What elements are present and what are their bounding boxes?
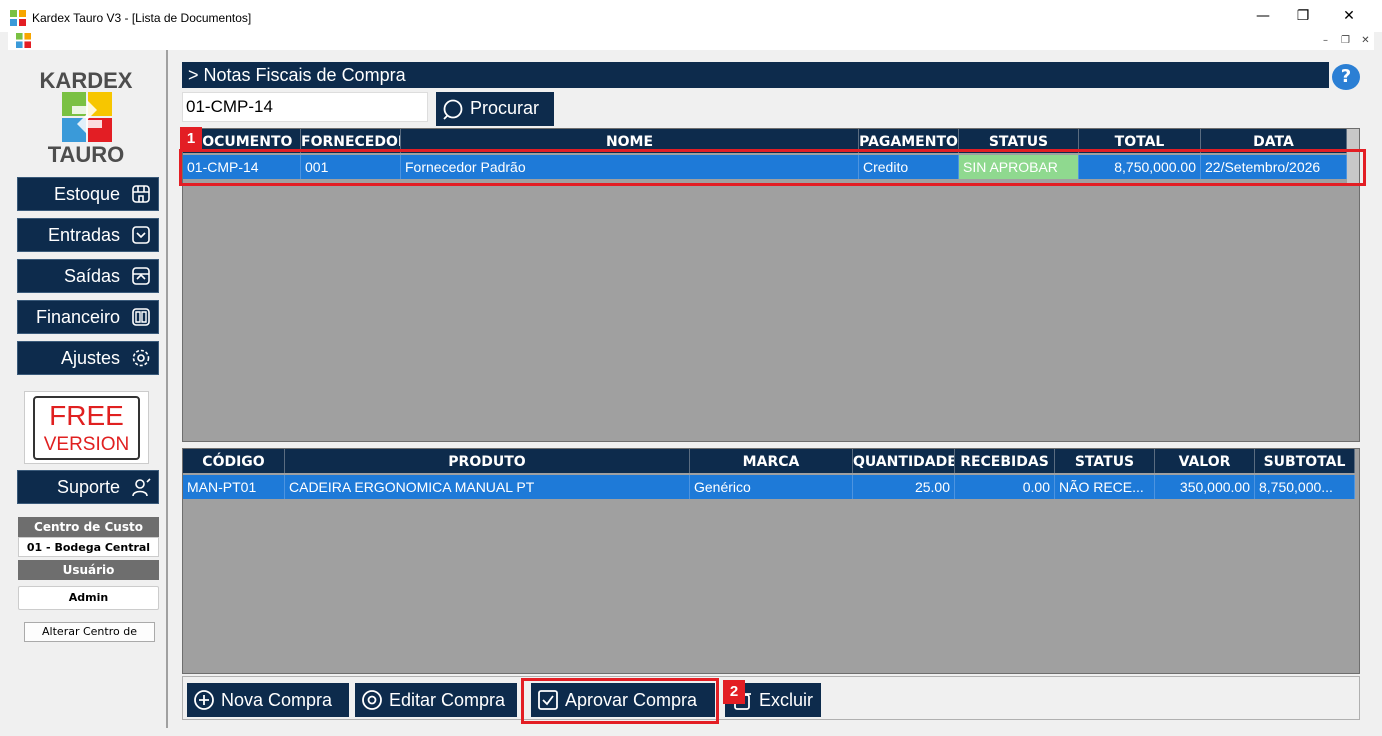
search-button-label: Procurar (470, 98, 540, 118)
col-codigo[interactable]: CÓDIGO (183, 449, 285, 473)
user-support-icon (132, 478, 151, 497)
nav-label: Financeiro (35, 307, 120, 327)
nav-financeiro-button[interactable]: Financeiro (17, 300, 159, 334)
nav-label: Suporte (56, 477, 120, 497)
free-version-badge: FREE VERSION (24, 391, 149, 464)
user-value: Admin (18, 586, 159, 610)
store-icon (132, 185, 150, 203)
col-valor[interactable]: VALOR (1155, 449, 1255, 473)
help-icon[interactable]: ? (1332, 64, 1360, 90)
delete-label: Excluir (759, 690, 814, 710)
main-panel: > Notas Fiscais de Compra ? 01-CMP-14 Pr… (179, 50, 1374, 728)
col-subtotal[interactable]: SUBTOTAL (1255, 449, 1355, 473)
highlight-box-row (179, 149, 1366, 186)
kardex-logo: KARDEX TAURO (36, 68, 136, 168)
search-icon (443, 99, 463, 120)
nav-label: Estoque (53, 184, 120, 204)
nav-estoque-button[interactable]: Estoque (17, 177, 159, 211)
mdi-restore-icon[interactable]: ❐ (1338, 33, 1353, 48)
page-title: > Notas Fiscais de Compra (182, 62, 1329, 88)
nav-label: Entradas (47, 225, 120, 245)
col-quantidade[interactable]: QUANTIDADE (853, 449, 955, 473)
table-row[interactable]: MAN-PT01 CADEIRA ERGONOMICA MANUAL PT Ge… (183, 475, 1355, 499)
app-window: Kardex Tauro V3 - [Lista de Documentos] … (0, 0, 1382, 736)
cell-valor: 350,000.00 (1155, 475, 1255, 499)
mdi-minimize-icon[interactable]: – (1318, 33, 1333, 48)
eye-icon (362, 690, 382, 710)
col-recebidas[interactable]: RECEBIDAS (955, 449, 1055, 473)
book-icon (132, 308, 150, 326)
gear-icon (132, 349, 150, 367)
cell-marca: Genérico (690, 475, 853, 499)
new-purchase-label: Nova Compra (221, 690, 333, 710)
app-icon (10, 10, 26, 26)
cell-quantidade: 25.00 (853, 475, 955, 499)
version-text: VERSION (43, 434, 130, 455)
content-area: KARDEX TAURO Estoque Entradas Saídas Fin… (8, 50, 1374, 728)
new-purchase-button[interactable]: Nova Compra (187, 683, 349, 717)
items-grid: CÓDIGO PRODUTO MARCA QUANTIDADE RECEBIDA… (182, 448, 1360, 674)
cost-center-header: Centro de Custo (18, 517, 159, 537)
free-text: FREE (49, 400, 124, 431)
mdi-app-icon (16, 33, 31, 48)
annotation-marker-2: 2 (723, 680, 745, 704)
cell-recebidas: 0.00 (955, 475, 1055, 499)
cell-subtotal: 8,750,000... (1255, 475, 1355, 499)
restore-icon[interactable]: ❐ (1280, 0, 1326, 32)
close-icon[interactable]: ✕ (1326, 0, 1372, 32)
action-toolbar: Nova Compra Editar Compra Aprovar Compra… (182, 676, 1360, 720)
nav-saidas-button[interactable]: Saídas (17, 259, 159, 293)
highlight-box-approve (521, 678, 719, 724)
plus-circle-icon (194, 690, 214, 710)
logo-text-top: KARDEX (39, 68, 133, 93)
logo-text-bottom: TAURO (47, 142, 125, 167)
inbox-in-icon (132, 226, 150, 244)
title-bar: Kardex Tauro V3 - [Lista de Documentos] … (0, 0, 1382, 32)
mdi-bar: – ❐ ✕ (8, 32, 1374, 50)
col-produto[interactable]: PRODUTO (285, 449, 690, 473)
cell-codigo: MAN-PT01 (183, 475, 285, 499)
nav-suporte-button[interactable]: Suporte (17, 470, 159, 504)
annotation-marker-1: 1 (180, 127, 202, 151)
nav-label: Saídas (63, 266, 120, 286)
search-input[interactable]: 01-CMP-14 (182, 92, 428, 122)
col-marca[interactable]: MARCA (690, 449, 853, 473)
nav-ajustes-button[interactable]: Ajustes (17, 341, 159, 375)
logo-mark-icon (62, 92, 112, 142)
nav-entradas-button[interactable]: Entradas (17, 218, 159, 252)
sidebar: KARDEX TAURO Estoque Entradas Saídas Fin… (8, 50, 168, 728)
user-header: Usuário (18, 560, 159, 580)
cost-center-value: 01 - Bodega Central (18, 537, 159, 557)
nav-label: Ajustes (60, 348, 120, 368)
mdi-close-icon[interactable]: ✕ (1358, 33, 1373, 48)
edit-purchase-label: Editar Compra (389, 690, 506, 710)
inbox-out-icon (132, 267, 150, 285)
change-cost-center-button[interactable]: Alterar Centro de (24, 622, 155, 642)
cell-item-status: NÃO RECE... (1055, 475, 1155, 499)
items-header: CÓDIGO PRODUTO MARCA QUANTIDADE RECEBIDA… (183, 449, 1355, 473)
window-title: Kardex Tauro V3 - [Lista de Documentos] (32, 11, 252, 25)
col-item-status[interactable]: STATUS (1055, 449, 1155, 473)
search-button[interactable]: Procurar (436, 92, 554, 126)
edit-purchase-button[interactable]: Editar Compra (355, 683, 517, 717)
cell-produto: CADEIRA ERGONOMICA MANUAL PT (285, 475, 690, 499)
